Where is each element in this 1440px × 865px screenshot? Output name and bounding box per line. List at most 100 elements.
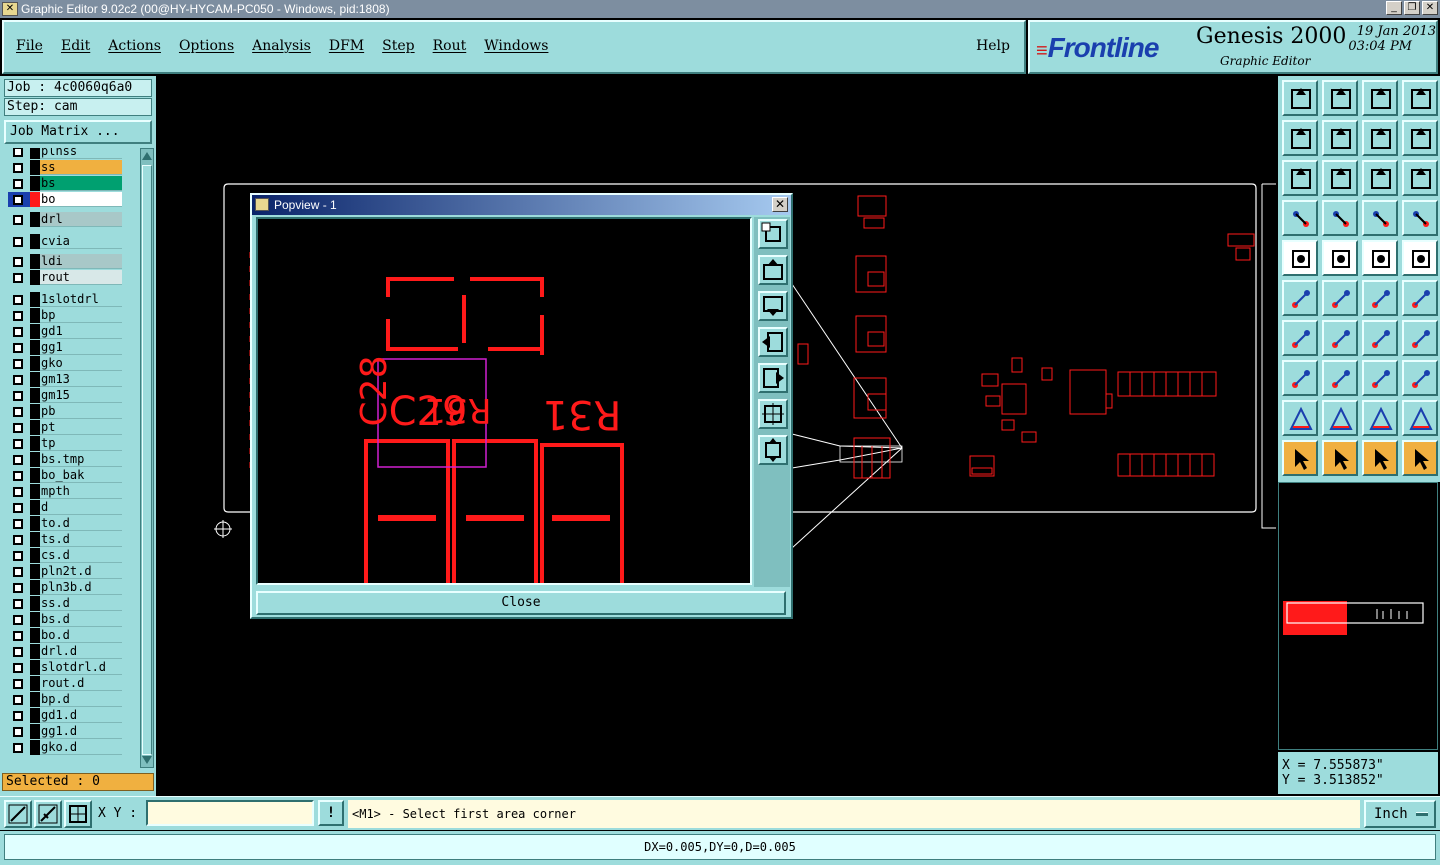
menu-dfm[interactable]: DFM [329, 38, 364, 54]
select-box-button[interactable] [1322, 440, 1358, 476]
layer-row-gko[interactable]: gko [4, 356, 138, 372]
layer-row-bs[interactable]: bs [4, 176, 138, 192]
minimize-icon[interactable]: _ [1386, 1, 1402, 15]
popview-pan-right-button[interactable] [758, 363, 788, 393]
layer-checkbox[interactable] [8, 532, 30, 547]
layer-name[interactable]: mpth [40, 484, 122, 499]
layer-row-gg1[interactable]: gg1 [4, 340, 138, 356]
layer-checkbox[interactable] [8, 372, 30, 387]
layer-scrollbar[interactable] [140, 148, 154, 768]
layer-checkbox[interactable] [8, 612, 30, 627]
select-net-button[interactable] [1362, 440, 1398, 476]
grid-button[interactable] [64, 800, 92, 828]
layer-checkbox[interactable] [8, 708, 30, 723]
layer-name[interactable]: slotdrl.d [40, 660, 122, 675]
layer-name[interactable]: cvia [40, 234, 122, 249]
menu-step[interactable]: Step [382, 38, 414, 54]
layer-checkbox[interactable] [8, 436, 30, 451]
layer-row-cvia[interactable]: cvia [4, 234, 138, 250]
layer-name[interactable]: bo.d [40, 628, 122, 643]
layer-checkbox[interactable] [8, 692, 30, 707]
arc-button[interactable] [1362, 320, 1398, 356]
rotate-button[interactable] [1322, 200, 1358, 236]
layers-blue-button[interactable] [1402, 200, 1438, 236]
feature-add-button[interactable] [1282, 240, 1318, 276]
layer-checkbox[interactable] [8, 388, 30, 403]
layer-checkbox[interactable] [8, 212, 30, 227]
layer-checkbox[interactable] [8, 270, 30, 285]
layer-name[interactable]: ss.d [40, 596, 122, 611]
layer-name[interactable]: gko [40, 356, 122, 371]
route-path-button[interactable] [1402, 440, 1438, 476]
layer-name[interactable]: ts.d [40, 532, 122, 547]
slope-button[interactable] [1322, 320, 1358, 356]
layer-row-drl-d[interactable]: drl.d [4, 644, 138, 660]
layer-row-gg1-d[interactable]: gg1.d [4, 724, 138, 740]
layer-checkbox[interactable] [8, 676, 30, 691]
dashed-box-button[interactable] [1402, 240, 1438, 276]
layer-name[interactable]: plnss [40, 148, 122, 159]
scroll-down-icon[interactable] [141, 754, 153, 766]
query-button[interactable] [1402, 160, 1438, 196]
layer-name[interactable]: cs.d [40, 548, 122, 563]
layer-row-ldi[interactable]: ldi [4, 254, 138, 270]
home-bottom-button[interactable] [1322, 80, 1358, 116]
home-button[interactable] [1362, 80, 1398, 116]
triangle-b-button[interactable] [1322, 400, 1358, 436]
menu-rout[interactable]: Rout [433, 38, 467, 54]
layer-row-bp-d[interactable]: bp.d [4, 692, 138, 708]
layer-row-ts-d[interactable]: ts.d [4, 532, 138, 548]
popview-close-button[interactable]: Close [256, 591, 786, 615]
layer-row-rout-d[interactable]: rout.d [4, 676, 138, 692]
popview-pan-up-button[interactable] [758, 255, 788, 285]
layer-row-pb[interactable]: pb [4, 404, 138, 420]
job-matrix-button[interactable]: Job Matrix ... [4, 120, 152, 144]
popview-zoom-in-button[interactable] [758, 219, 788, 249]
layer-row-cs-d[interactable]: cs.d [4, 548, 138, 564]
layer-name[interactable]: drl.d [40, 644, 122, 659]
layer-checkbox[interactable] [8, 308, 30, 323]
layer-checkbox[interactable] [8, 148, 30, 159]
overview-window[interactable] [1278, 482, 1438, 750]
measure-button[interactable] [34, 800, 62, 828]
layer-row-pln2t-d[interactable]: pln2t.d [4, 564, 138, 580]
layer-row-bp[interactable]: bp [4, 308, 138, 324]
xy-input[interactable] [146, 800, 314, 826]
info-button[interactable]: ! [318, 800, 344, 826]
layer-checkbox[interactable] [8, 644, 30, 659]
layer-row-bs-d[interactable]: bs.d [4, 612, 138, 628]
layer-name[interactable]: d [40, 500, 122, 515]
center-button[interactable] [1322, 160, 1358, 196]
layer-checkbox[interactable] [8, 628, 30, 643]
layer-name[interactable]: bs.d [40, 612, 122, 627]
layer-checkbox[interactable] [8, 404, 30, 419]
layer-name[interactable]: gd1.d [40, 708, 122, 723]
layer-checkbox[interactable] [8, 292, 30, 307]
popview-fit-button[interactable] [758, 399, 788, 429]
close-icon[interactable]: ✕ [1422, 1, 1438, 15]
layer-row-gm15[interactable]: gm15 [4, 388, 138, 404]
layer-checkbox[interactable] [8, 192, 30, 207]
layer-name[interactable]: pln2t.d [40, 564, 122, 579]
popview-zoom-out-button[interactable] [758, 435, 788, 465]
layers-red-button[interactable] [1362, 200, 1398, 236]
layer-row-bo-d[interactable]: bo.d [4, 628, 138, 644]
snap-button[interactable] [4, 800, 32, 828]
pan-left-button[interactable] [1282, 120, 1318, 156]
home-top-button[interactable] [1282, 80, 1318, 116]
graphic-canvas[interactable]: Popview - 1 ✕ C28 C29 R31 R31 Close [156, 76, 1276, 796]
settings-button[interactable] [1282, 200, 1318, 236]
redraw-button[interactable] [1362, 120, 1398, 156]
layer-name[interactable]: bp.d [40, 692, 122, 707]
layer-name[interactable]: gg1.d [40, 724, 122, 739]
menu-edit[interactable]: Edit [61, 38, 90, 54]
layer-name[interactable]: bs.tmp [40, 452, 122, 467]
menu-file[interactable]: File [16, 38, 43, 54]
layer-row-slotdrl-d[interactable]: slotdrl.d [4, 660, 138, 676]
angle-button[interactable] [1282, 320, 1318, 356]
layer-row-rout[interactable]: rout [4, 270, 138, 286]
layer-row-ss-d[interactable]: ss.d [4, 596, 138, 612]
popview-close-icon[interactable]: ✕ [772, 197, 788, 212]
layer-row-gko-d[interactable]: gko.d [4, 740, 138, 756]
menu-analysis[interactable]: Analysis [252, 38, 311, 54]
